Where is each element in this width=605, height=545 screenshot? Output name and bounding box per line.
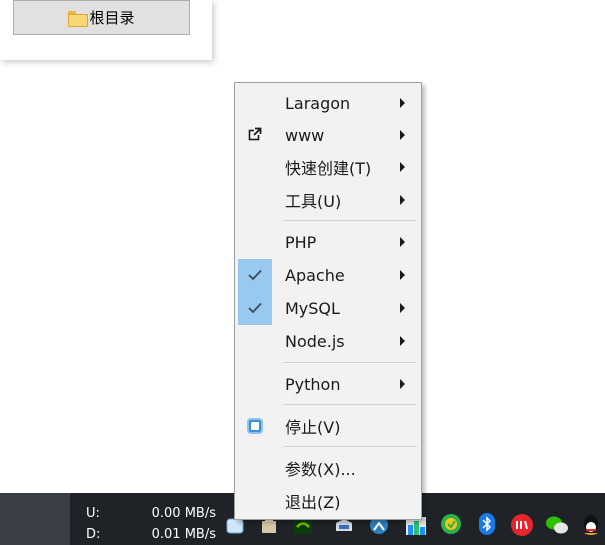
menu-item-python[interactable]: Python xyxy=(238,369,419,399)
background-window: 根目录 xyxy=(0,0,212,60)
upload-speed: 0.00 MB/s xyxy=(151,506,216,521)
taskbar-button[interactable] xyxy=(0,493,70,545)
submenu-arrow-icon xyxy=(400,379,405,389)
menu-item-quick-create[interactable]: 快速创建(T) xyxy=(238,152,419,182)
menu-item-exit[interactable]: 退出(Z) xyxy=(238,486,419,516)
menu-item-apache[interactable]: Apache xyxy=(238,258,419,292)
checkmark-icon xyxy=(248,302,262,314)
menu-item-label: Python xyxy=(285,374,341,394)
menu-item-preferences[interactable]: 参数(X)... xyxy=(238,453,419,483)
menu-item-stop[interactable]: 停止(V) xyxy=(238,411,419,441)
submenu-arrow-icon xyxy=(400,303,405,313)
menu-item-www[interactable]: www xyxy=(238,120,419,150)
menu-separator xyxy=(283,362,417,363)
menu-item-label: www xyxy=(285,125,325,145)
menu-separator xyxy=(283,446,417,447)
submenu-arrow-icon xyxy=(400,98,405,108)
submenu-arrow-icon xyxy=(400,130,405,140)
menu-separator xyxy=(283,220,417,221)
menu-item-label: MySQL xyxy=(285,298,340,318)
submenu-arrow-icon xyxy=(400,336,405,346)
upload-label: U: xyxy=(86,506,100,521)
menu-item-label: Apache xyxy=(285,265,345,285)
menu-item-label: 快速创建(T) xyxy=(285,159,372,178)
root-directory-button[interactable]: 根目录 xyxy=(13,0,190,35)
checkmark-icon xyxy=(248,269,262,281)
qq-tray-icon[interactable] xyxy=(580,513,602,535)
menu-item-laragon[interactable]: Laragon xyxy=(238,88,419,118)
menu-item-mysql[interactable]: MySQL xyxy=(238,291,419,325)
menu-item-label: 停止(V) xyxy=(285,418,341,437)
submenu-arrow-icon xyxy=(400,237,405,247)
menu-item-php[interactable]: PHP xyxy=(238,227,419,257)
submenu-arrow-icon xyxy=(400,195,405,205)
folder-icon xyxy=(68,10,89,27)
menu-item-label: PHP xyxy=(285,232,317,252)
menu-separator xyxy=(283,404,417,405)
menu-item-nodejs[interactable]: Node.js xyxy=(238,326,419,356)
bluetooth-icon[interactable] xyxy=(476,513,498,535)
download-speed: 0.01 MB/s xyxy=(151,527,216,542)
wechat-tray-icon[interactable] xyxy=(545,513,568,535)
menu-item-label: Laragon xyxy=(285,93,351,113)
menu-item-label: 工具(U) xyxy=(285,192,342,211)
tray-context-menu: Laragon www 快速创建(T) 工具(U) PHP Apache MyS… xyxy=(234,82,422,520)
menu-item-label: 参数(X)... xyxy=(285,460,356,479)
root-directory-label: 根目录 xyxy=(89,9,135,27)
sync-tray-icon[interactable] xyxy=(440,513,462,535)
stop-icon xyxy=(247,418,263,434)
iqiyi-tray-icon[interactable] xyxy=(510,513,533,536)
submenu-arrow-icon xyxy=(400,270,405,280)
menu-item-label: Node.js xyxy=(285,331,345,351)
menu-item-tools[interactable]: 工具(U) xyxy=(238,185,419,215)
download-label: D: xyxy=(86,527,101,542)
submenu-arrow-icon xyxy=(400,162,405,172)
menu-item-label: 退出(Z) xyxy=(285,493,341,512)
external-link-icon xyxy=(248,126,262,145)
